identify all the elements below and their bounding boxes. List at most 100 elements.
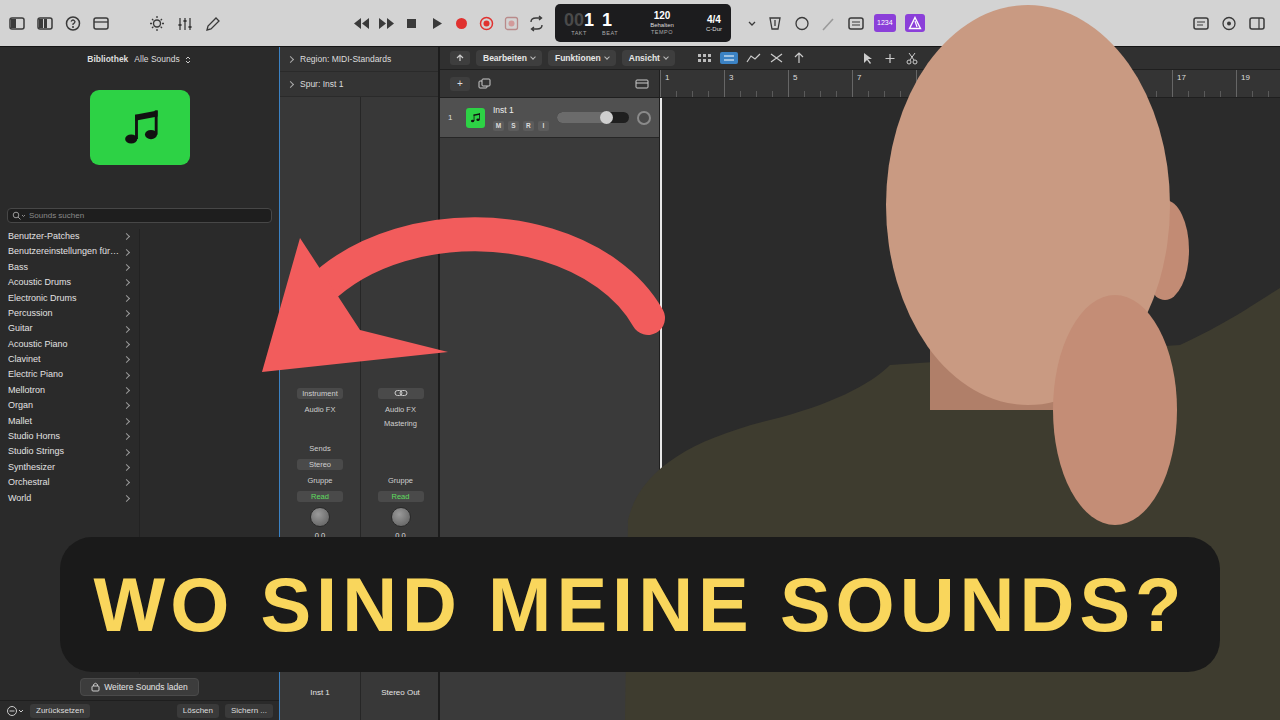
library-filter[interactable]: Alle Sounds	[134, 53, 191, 66]
signature-field[interactable]: 4/4C-Dur	[706, 14, 722, 33]
back-icon[interactable]	[450, 51, 470, 65]
output-slot[interactable]: Stereo	[297, 459, 343, 470]
bar-label: TAKT	[564, 30, 594, 37]
plus-tool-icon[interactable]	[883, 52, 897, 65]
menu-button[interactable]: Funktionen	[548, 50, 616, 67]
mixer-icon[interactable]	[176, 15, 194, 32]
category-item[interactable]: Synthesizer	[0, 460, 139, 475]
sends-slot[interactable]: Sends	[297, 443, 343, 454]
search-icon[interactable]	[12, 211, 26, 221]
count-in-button[interactable]: 1234	[874, 14, 896, 32]
browser-icon[interactable]	[1248, 15, 1266, 32]
category-item[interactable]: Percussion	[0, 306, 139, 321]
bar-field[interactable]: 001TAKT	[564, 10, 594, 37]
cycle-icon[interactable]	[528, 15, 545, 32]
catch-icon[interactable]	[792, 52, 807, 64]
capture-record-icon[interactable]	[478, 15, 495, 32]
solo-icon[interactable]	[793, 15, 811, 32]
category-item[interactable]: Electric Piano	[0, 368, 139, 383]
library-icon[interactable]	[8, 15, 26, 32]
brightness-icon[interactable]	[148, 15, 166, 32]
volume-handle[interactable]	[600, 111, 613, 124]
flex-icon[interactable]	[769, 52, 784, 64]
inspector-icon[interactable]	[36, 15, 54, 32]
category-item[interactable]: Organ	[0, 398, 139, 413]
global-tracks-icon[interactable]	[635, 78, 649, 90]
audio-fx-slot[interactable]: Audio FX	[297, 404, 343, 415]
forward-icon[interactable]	[378, 15, 395, 32]
mastering-slot[interactable]: Mastering	[378, 418, 424, 429]
category-item[interactable]: Electronic Drums	[0, 291, 139, 306]
chevron-icon	[123, 233, 130, 240]
category-item[interactable]: Mallet	[0, 414, 139, 429]
track-toggle[interactable]: I	[538, 121, 549, 131]
patch-icon-area	[0, 72, 279, 208]
category-item[interactable]: Acoustic Piano	[0, 337, 139, 352]
options-icon[interactable]	[6, 705, 24, 717]
loops-icon[interactable]	[1220, 15, 1238, 32]
group-slot[interactable]: Gruppe	[378, 475, 424, 486]
duplicate-track-icon[interactable]	[478, 78, 492, 90]
pan-knob[interactable]	[310, 507, 330, 527]
notes-icon[interactable]	[1192, 15, 1210, 32]
category-item[interactable]: Orchestral	[0, 475, 139, 490]
search-field[interactable]	[29, 210, 267, 222]
category-item[interactable]: Bass	[0, 260, 139, 275]
automation-mode[interactable]: Read	[297, 491, 343, 502]
automation-icon[interactable]	[746, 52, 761, 64]
automation-mode[interactable]: Read	[378, 491, 424, 502]
category-item[interactable]: Benutzereinstellungen für…	[0, 244, 139, 259]
track-row[interactable]: 1Inst 1MSRI	[440, 98, 659, 138]
brush-icon[interactable]	[820, 15, 838, 32]
track-inspector[interactable]: Spur: Inst 1	[280, 72, 438, 97]
play-icon[interactable]	[428, 15, 445, 32]
category-item[interactable]: Benutzer-Patches	[0, 229, 139, 244]
volume-slider[interactable]	[557, 112, 629, 123]
category-item[interactable]: Guitar	[0, 321, 139, 336]
tempo-field[interactable]: 120BehaltenTEMPO	[650, 10, 674, 36]
tuner-icon[interactable]	[766, 15, 784, 32]
updown-icon[interactable]	[184, 55, 192, 65]
category-item[interactable]: Acoustic Drums	[0, 275, 139, 290]
track-toggle[interactable]: S	[508, 121, 519, 131]
menu-label: Funktionen	[555, 52, 601, 65]
list-icon[interactable]	[847, 15, 865, 32]
beat-field[interactable]: 1BEAT	[602, 10, 618, 37]
audio-fx-slot[interactable]: Audio FX	[378, 404, 424, 415]
bar-value: 001	[564, 10, 594, 30]
category-item[interactable]: Clavinet	[0, 352, 139, 367]
grid-icon[interactable]	[697, 52, 712, 64]
category-item[interactable]: Studio Horns	[0, 429, 139, 444]
category-item[interactable]: Studio Strings	[0, 444, 139, 459]
instrument-slot[interactable]: Instrument	[297, 388, 343, 399]
record-icon[interactable]	[453, 15, 470, 32]
pan-knob[interactable]	[637, 111, 651, 125]
category-item[interactable]: World	[0, 491, 139, 506]
track-toggle[interactable]: M	[493, 121, 504, 131]
metronome-icon[interactable]	[905, 14, 925, 32]
add-track-button[interactable]: +	[450, 77, 470, 91]
list-view-icon[interactable]	[720, 52, 738, 64]
help-icon[interactable]	[64, 15, 82, 32]
link-icon[interactable]	[378, 388, 424, 399]
stop-icon[interactable]	[403, 15, 420, 32]
reset-button[interactable]: Zurücksetzen	[30, 704, 90, 718]
pan-knob[interactable]	[391, 507, 411, 527]
pointer-tool-icon[interactable]	[861, 52, 875, 65]
load-more-button[interactable]: Weitere Sounds laden	[80, 678, 198, 697]
scissors-tool-icon[interactable]	[905, 52, 919, 65]
rewind-icon[interactable]	[353, 15, 370, 32]
mode-buttons: 1234	[747, 14, 925, 32]
save-button[interactable]: Sichern ...	[225, 704, 273, 718]
toolbar-icon[interactable]	[92, 15, 110, 32]
region-inspector[interactable]: Region: MIDI-Standards	[280, 47, 438, 72]
menu-button[interactable]: Bearbeiten	[476, 50, 542, 67]
replace-icon[interactable]	[503, 15, 520, 32]
group-slot[interactable]: Gruppe	[297, 475, 343, 486]
category-item[interactable]: Mellotron	[0, 383, 139, 398]
menu-button[interactable]: Ansicht	[622, 50, 675, 67]
track-toggle[interactable]: R	[523, 121, 534, 131]
delete-button[interactable]: Löschen	[177, 704, 219, 718]
lcd-menu-icon[interactable]	[747, 18, 757, 28]
pencil-icon[interactable]	[204, 15, 222, 32]
